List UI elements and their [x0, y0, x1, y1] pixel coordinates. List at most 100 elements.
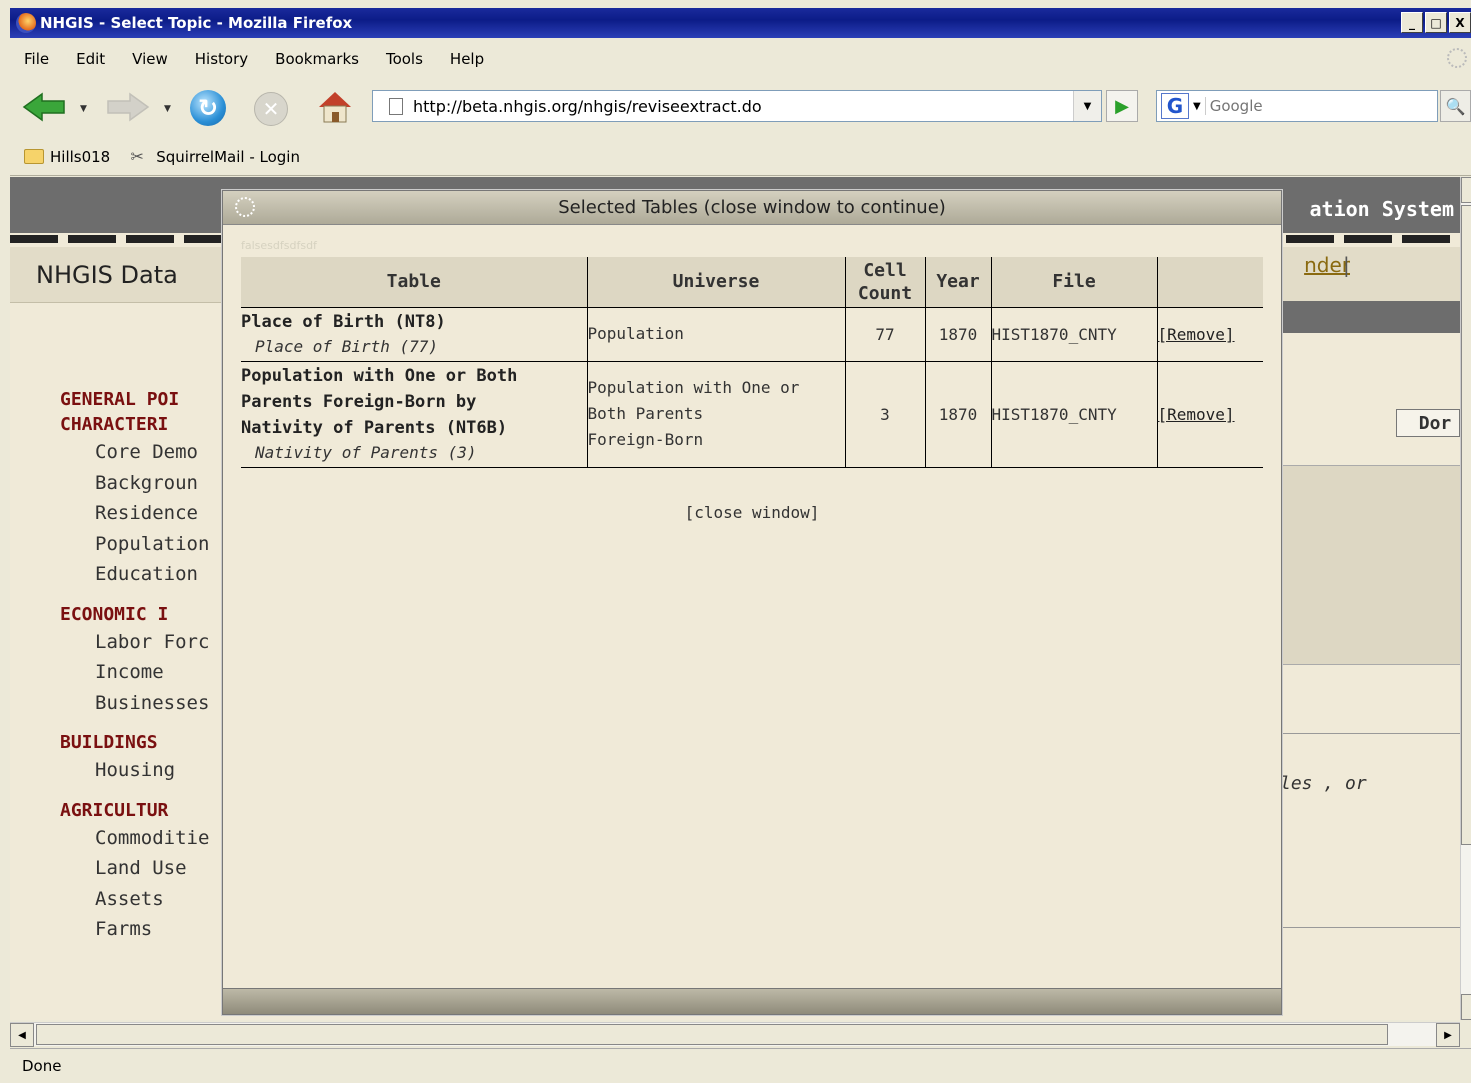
- stop-button[interactable]: ✕: [254, 92, 288, 126]
- col-table: Table: [241, 257, 587, 307]
- close-button[interactable]: X: [1449, 12, 1471, 33]
- bookmark-squirrelmail[interactable]: SquirrelMail - Login: [156, 148, 300, 166]
- dialog-footer: [223, 988, 1281, 1014]
- year-cell: 1870: [924, 306, 991, 361]
- table-name: Nativity of Parents (NT6B): [241, 418, 508, 438]
- action-cell: [Remove]: [1156, 360, 1263, 468]
- menu-history[interactable]: History: [195, 50, 248, 68]
- window-controls: _ □ X: [1401, 12, 1471, 33]
- close-window-link[interactable]: [close window]: [223, 503, 1281, 522]
- dialog-title-bar[interactable]: Selected Tables (close window to continu…: [223, 191, 1281, 225]
- search-button[interactable]: 🔍: [1440, 90, 1471, 122]
- horizontal-scroll-thumb[interactable]: [36, 1024, 1388, 1045]
- table-name: Population with One or Both: [241, 366, 518, 386]
- menu-tools[interactable]: Tools: [386, 50, 423, 68]
- menu-bar: File Edit View History Bookmarks Tools H…: [10, 40, 1471, 78]
- table-name-cell: Place of Birth (NT8) Place of Birth (77): [241, 306, 587, 361]
- divider: [1280, 927, 1460, 928]
- bookmarks-toolbar: Hills018 ✂ SquirrelMail - Login: [10, 138, 1471, 176]
- search-input[interactable]: [1204, 97, 1415, 115]
- google-logo-icon[interactable]: G: [1161, 93, 1189, 119]
- back-button[interactable]: [22, 92, 66, 122]
- side-text: les , or: [1280, 773, 1367, 794]
- nav-item[interactable]: Residence: [60, 498, 209, 529]
- magnifier-icon: 🔍: [1445, 96, 1466, 116]
- nav-item[interactable]: Commoditie: [60, 823, 209, 854]
- nav-item[interactable]: Core Demo: [60, 437, 209, 468]
- universe-cell: Population with One or Both Parents Foreig…: [586, 360, 845, 468]
- nav-item[interactable]: Education: [60, 559, 209, 590]
- universe-text: Foreign-Born: [587, 430, 704, 449]
- nav-item[interactable]: Labor Forc: [60, 627, 209, 658]
- nav-category-title: CHARACTERI: [60, 414, 169, 435]
- reload-button[interactable]: ↻: [190, 90, 226, 126]
- done-button[interactable]: Dor: [1396, 409, 1460, 437]
- menu-help[interactable]: Help: [450, 50, 484, 68]
- remove-link[interactable]: [Remove]: [1158, 325, 1235, 344]
- nav-item[interactable]: Population: [60, 529, 209, 560]
- scroll-up-icon[interactable]: [1461, 177, 1471, 203]
- forward-history-dropdown-icon[interactable]: ▼: [164, 104, 171, 114]
- col-cell-count: Cell Count: [844, 257, 925, 307]
- dialog-title: Selected Tables (close window to continu…: [558, 197, 946, 218]
- universe-text: Population with One or: [587, 378, 800, 397]
- menu-view[interactable]: View: [132, 50, 168, 68]
- scroll-left-icon[interactable]: ◀: [10, 1023, 34, 1047]
- navigation-toolbar: ▼ ▼ ↻ ✕ ▼ ▶ G ▼ 🔍: [10, 80, 1471, 136]
- search-engine-dropdown-icon[interactable]: ▼: [1193, 101, 1201, 112]
- nav-group: GENERAL POI CHARACTERI Core Demo Backgroun R…: [60, 387, 209, 590]
- nav-item[interactable]: Assets: [60, 884, 209, 915]
- menu-bookmarks[interactable]: Bookmarks: [275, 50, 359, 68]
- nav-item[interactable]: Farms: [60, 914, 209, 945]
- nav-item[interactable]: Housing: [60, 755, 209, 786]
- back-arrow-icon: [22, 92, 65, 122]
- url-bar[interactable]: ▼: [372, 90, 1102, 122]
- nav-category-title: ECONOMIC I: [60, 603, 169, 625]
- action-cell: [Remove]: [1156, 306, 1263, 361]
- universe-text: Both Parents: [587, 404, 704, 423]
- maximize-button[interactable]: □: [1425, 12, 1447, 33]
- nav-item[interactable]: Income: [60, 657, 209, 688]
- reload-icon: ↻: [197, 94, 219, 122]
- nav-group: ECONOMIC I Labor Forc Income Businesses: [60, 602, 209, 719]
- back-history-dropdown-icon[interactable]: ▼: [80, 104, 87, 114]
- minimize-button[interactable]: _: [1401, 12, 1423, 33]
- header-separator-text: |: [1343, 253, 1350, 277]
- nav-category-title: AGRICULTUR: [60, 799, 169, 821]
- horizontal-scrollbar[interactable]: ◀ ▶: [10, 1022, 1460, 1047]
- status-bar: Done: [10, 1048, 1471, 1083]
- menu-file[interactable]: File: [24, 50, 49, 68]
- home-button[interactable]: [316, 88, 354, 126]
- col-cell-count-line1: Cell: [863, 259, 907, 281]
- site-brand: ation System: [1309, 197, 1455, 221]
- col-universe: Universe: [586, 257, 845, 307]
- go-button[interactable]: ▶: [1106, 90, 1138, 122]
- right-panel: [1280, 465, 1460, 665]
- url-input[interactable]: [413, 96, 1053, 116]
- remove-link[interactable]: [Remove]: [1158, 405, 1235, 424]
- squirrelmail-icon: ✂: [130, 147, 144, 166]
- search-box[interactable]: G ▼: [1156, 90, 1438, 122]
- scroll-right-icon[interactable]: ▶: [1436, 1023, 1460, 1047]
- vertical-scroll-thumb[interactable]: [1461, 205, 1471, 845]
- col-year: Year: [924, 257, 991, 307]
- throbber-icon: [1447, 48, 1467, 68]
- menu-edit[interactable]: Edit: [76, 50, 105, 68]
- universe-text: Population: [587, 324, 684, 343]
- go-arrow-icon: ▶: [1115, 95, 1129, 117]
- forward-button[interactable]: [106, 92, 150, 122]
- nav-item[interactable]: Land Use: [60, 853, 209, 884]
- nav-item[interactable]: Businesses: [60, 688, 209, 719]
- scroll-down-icon[interactable]: [1461, 994, 1471, 1020]
- vertical-scrollbar[interactable]: [1460, 177, 1471, 1020]
- bookmark-folder-hills018[interactable]: Hills018: [50, 148, 110, 166]
- home-icon: [319, 92, 351, 123]
- table-subtitle: Nativity of Parents (3): [255, 443, 477, 462]
- url-dropdown-icon[interactable]: ▼: [1073, 91, 1101, 121]
- nav-item[interactable]: Backgroun: [60, 468, 209, 499]
- nav-category-title: BUILDINGS: [60, 732, 158, 753]
- divider: [1280, 733, 1460, 734]
- table-name: Place of Birth (NT8): [241, 312, 446, 332]
- universe-cell: Population: [586, 306, 845, 361]
- window-title-bar: NHGIS - Select Topic - Mozilla Firefox _…: [10, 8, 1471, 38]
